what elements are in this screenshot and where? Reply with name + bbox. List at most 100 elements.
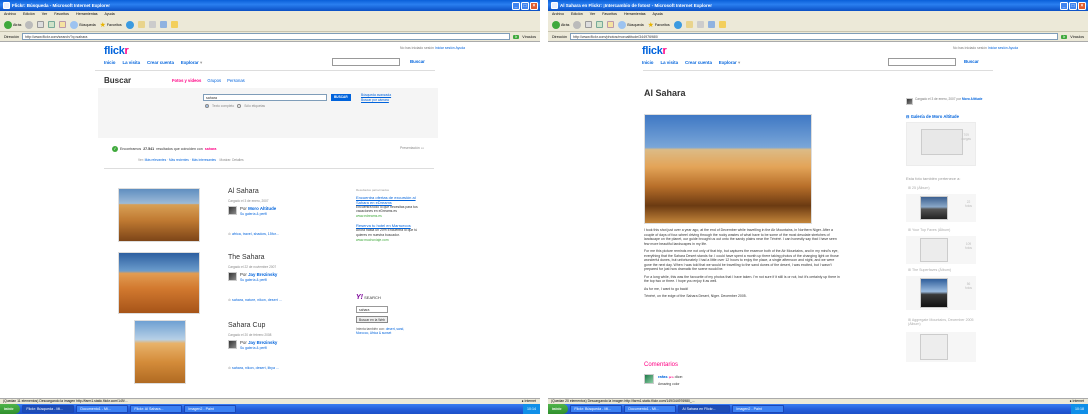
links-label[interactable]: Vínculos	[1070, 35, 1084, 39]
flickr-logo[interactable]: flickr·	[642, 45, 667, 57]
stop-icon[interactable]	[585, 21, 593, 28]
taskbar-item[interactable]: Documento1 - Mi...	[76, 405, 129, 413]
address-input[interactable]: http://www.flickr.com/search/?q=sahara	[21, 33, 510, 40]
avatar[interactable]	[644, 374, 654, 384]
close-icon[interactable]: ×	[530, 1, 538, 10]
yahoo-search-input[interactable]: sahara	[356, 306, 388, 313]
result-title[interactable]: The Sahara	[228, 254, 265, 261]
result-thumbnail[interactable]	[134, 320, 186, 384]
set-title[interactable]: ⊞ Your Top Faves (Álbum)	[908, 228, 950, 232]
minimize-icon[interactable]: _	[512, 1, 520, 10]
tab-people[interactable]: Personas	[227, 78, 245, 83]
print-icon[interactable]	[148, 21, 156, 28]
display-mode[interactable]: Mostrar: Detalles	[220, 158, 244, 162]
menu-edit[interactable]: Edición	[23, 11, 35, 18]
nav-home[interactable]: Inicio	[642, 60, 653, 66]
tab-groups[interactable]: Grupos	[207, 78, 221, 83]
back-button[interactable]: Atrás	[4, 20, 21, 29]
go-button[interactable]: Ir	[1061, 34, 1068, 39]
folder-icon[interactable]	[718, 21, 726, 28]
owner-link[interactable]: Moro Altitude	[248, 206, 276, 211]
nav-tour[interactable]: La visita	[660, 60, 678, 66]
page-viewport[interactable]: flickr· No has iniciado sesión Iniciar s…	[548, 42, 1088, 398]
edit-icon[interactable]	[159, 21, 167, 28]
avatar[interactable]	[906, 98, 913, 105]
set-thumbnail[interactable]	[920, 334, 948, 360]
taskbar-item[interactable]: Imagen2 - Paint	[732, 405, 785, 413]
owner-link[interactable]: Moro Altitude	[962, 97, 982, 101]
mail-icon[interactable]	[685, 21, 693, 28]
sort-recent[interactable]: Más recientes	[169, 158, 189, 162]
system-clock[interactable]: 10:18	[1071, 404, 1088, 414]
yahoo-search-button[interactable]: Buscar en la Web	[356, 316, 388, 323]
result-tags[interactable]: ⊘ sahara, nature, nikon, desert ...	[228, 298, 282, 302]
taskbar-item[interactable]: Documento1 - Mi...	[624, 405, 677, 413]
nav-explore[interactable]: Explorar ▾	[181, 60, 202, 66]
start-button[interactable]: inicio	[548, 404, 569, 414]
ad-title[interactable]: Encuentra ofertas de excursión al Sahara…	[356, 195, 418, 205]
maximize-icon[interactable]: □	[521, 1, 529, 10]
search-button[interactable]: Búsqueda	[70, 20, 96, 29]
edit-icon[interactable]	[707, 21, 715, 28]
search-submit-button[interactable]: BUSCAR	[331, 94, 351, 101]
nav-signup[interactable]: Crear cuenta	[147, 60, 174, 66]
menu-view[interactable]: Ver	[590, 11, 595, 18]
menu-favorites[interactable]: Favoritos	[54, 11, 69, 18]
gallery-header[interactable]: ⊟ Galería de Moro Altitude	[906, 114, 959, 119]
home-icon[interactable]	[59, 21, 67, 28]
signin-link[interactable]: Iniciar sesión	[988, 46, 1008, 50]
minimize-icon[interactable]: _	[1060, 1, 1068, 10]
main-photo[interactable]	[644, 114, 812, 224]
menu-edit[interactable]: Edición	[571, 11, 583, 18]
menu-help[interactable]: Ayuda	[653, 11, 663, 18]
set-title[interactable]: ⊞ Aggregate Mountains, December 2005 (Ál…	[908, 318, 978, 327]
ad-url[interactable]: www.muchoviaje.com	[356, 238, 418, 243]
favorites-button[interactable]: ★ Favoritos	[100, 21, 122, 29]
print-icon[interactable]	[696, 21, 704, 28]
set-thumbnail[interactable]	[920, 238, 948, 262]
search-input[interactable]: sahara	[203, 94, 327, 101]
window-titlebar[interactable]: Flickr: Búsqueda - Microsoft Internet Ex…	[0, 0, 540, 11]
taskbar-item[interactable]: Imagen2 - Paint	[184, 405, 237, 413]
folder-icon[interactable]	[170, 21, 178, 28]
refresh-icon[interactable]	[48, 21, 56, 28]
history-icon[interactable]	[673, 20, 682, 29]
taskbar-item[interactable]: Al Sahara en Flickr...	[678, 405, 731, 413]
nav-tour[interactable]: La visita	[122, 60, 140, 66]
radio-tags[interactable]	[237, 104, 242, 108]
avatar[interactable]	[228, 206, 237, 215]
favorites-button[interactable]: ★ Favoritos	[648, 21, 670, 29]
menu-tools[interactable]: Herramientas	[624, 11, 646, 18]
avatar[interactable]	[228, 272, 237, 281]
maximize-icon[interactable]: □	[1069, 1, 1077, 10]
nav-home[interactable]: Inicio	[104, 60, 115, 66]
stop-icon[interactable]	[37, 21, 45, 28]
menu-view[interactable]: Ver	[42, 11, 47, 18]
owner-profile-link[interactable]: Su galería & perfil	[240, 346, 267, 350]
set-title[interactable]: ⊞ 25 (Álbum)	[908, 186, 930, 190]
history-icon[interactable]	[125, 20, 134, 29]
forward-arrow-icon[interactable]	[573, 20, 582, 29]
result-tags[interactable]: ⊘ sahara, nikon, desert, libya ...	[228, 366, 279, 370]
header-search-button[interactable]: Buscar	[964, 59, 979, 64]
close-icon[interactable]: ×	[1078, 1, 1086, 10]
result-title[interactable]: Al Sahara	[228, 188, 259, 195]
avatar[interactable]	[228, 340, 237, 349]
header-search-input[interactable]	[888, 58, 956, 66]
links-label[interactable]: Vínculos	[522, 35, 536, 39]
taskbar-item[interactable]: Flickr: Al Sahara...	[130, 405, 183, 413]
window-titlebar[interactable]: Al Sahara en Flickr: ¡Intercambio de fot…	[548, 0, 1088, 11]
menu-help[interactable]: Ayuda	[105, 11, 115, 18]
nav-signup[interactable]: Crear cuenta	[685, 60, 712, 66]
signin-link[interactable]: Iniciar sesión	[435, 46, 455, 50]
nav-explore[interactable]: Explorar ▾	[719, 60, 740, 66]
search-button[interactable]: Búsqueda	[618, 20, 644, 29]
set-title[interactable]: ⊞ The Superfaves (Álbum)	[908, 268, 951, 272]
page-viewport[interactable]: flickr· No has iniciado sesión Iniciar s…	[0, 42, 540, 398]
start-button[interactable]: inicio	[0, 404, 21, 414]
result-thumbnail[interactable]	[118, 252, 200, 314]
set-thumbnail[interactable]	[920, 196, 948, 220]
owner-profile-link[interactable]: Su galería & perfil	[240, 278, 267, 282]
help-link[interactable]: Ayuda	[1008, 46, 1018, 50]
header-search-button[interactable]: Buscar	[410, 59, 425, 64]
